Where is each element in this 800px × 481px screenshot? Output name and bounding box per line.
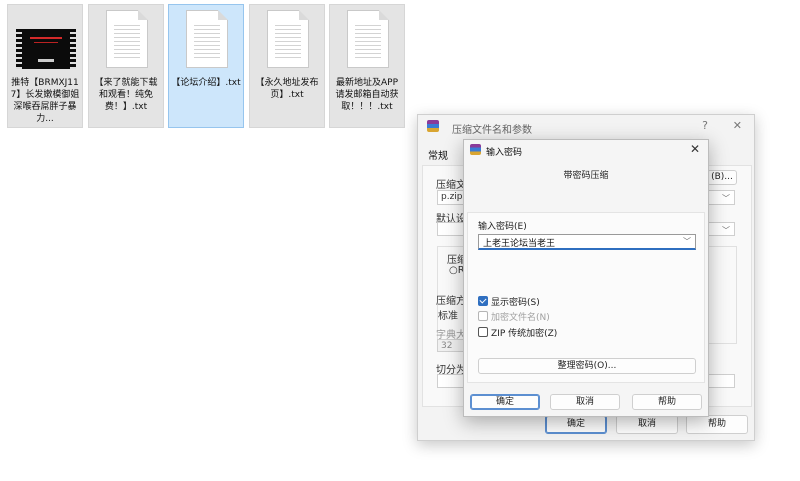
- dialog-title: 输入密码: [486, 148, 523, 158]
- cancel-button[interactable]: 取消: [550, 394, 620, 410]
- file-name: 【永久地址发布页】.txt: [255, 78, 319, 100]
- file-name: 推特【BRMXJ117】长发嫩模御姐深喉吞屌胖子暴力...: [10, 78, 80, 124]
- enter-password-dialog: 输入密码 ✕ 带密码压缩 输入密码(E) 上老王论坛当老王 ﹀ 显示密码(S) …: [463, 139, 709, 417]
- archive-name-label: 压缩文: [436, 180, 466, 191]
- chevron-down-icon: ﹀: [722, 194, 730, 203]
- browse-button[interactable]: (B)...: [707, 170, 737, 185]
- winrar-icon: [427, 120, 439, 132]
- desktop-file-video[interactable]: 推特【BRMXJ117】长发嫩模御姐深喉吞屌胖子暴力...: [7, 4, 83, 128]
- password-panel: 输入密码(E) 上老王论坛当老王 ﹀ 显示密码(S) 加密文件名(N) ZIP …: [467, 212, 705, 383]
- chevron-down-icon[interactable]: ﹀: [683, 236, 691, 247]
- desktop-file-txt-selected[interactable]: 【论坛介绍】.txt: [168, 4, 244, 128]
- close-icon[interactable]: ✕: [690, 142, 700, 156]
- cancel-button[interactable]: 取消: [616, 415, 678, 434]
- text-file-icon: [347, 10, 389, 68]
- show-password-checkbox[interactable]: 显示密码(S): [478, 295, 540, 308]
- text-file-icon: [267, 10, 309, 68]
- desktop-file-txt[interactable]: 【来了就能下载和观看！纯免费！】.txt: [88, 4, 164, 128]
- winrar-icon: [470, 144, 481, 155]
- help-button[interactable]: 帮助: [632, 394, 702, 410]
- dialog-heading: 带密码压缩: [563, 171, 609, 181]
- help-button[interactable]: 帮助: [686, 415, 748, 434]
- window-title: 压缩文件名和参数: [452, 125, 532, 136]
- ok-button[interactable]: 确定: [470, 394, 540, 410]
- password-input[interactable]: 上老王论坛当老王 ﹀: [478, 234, 696, 250]
- file-name: 【论坛介绍】.txt: [171, 78, 241, 88]
- text-file-icon: [186, 10, 228, 68]
- desktop-file-txt[interactable]: 最新地址及APP请发邮箱自动获取！！！.txt: [329, 4, 405, 128]
- text-file-icon: [106, 10, 148, 68]
- password-value: 上老王论坛当老王: [483, 239, 556, 249]
- checkbox-icon: [478, 327, 488, 337]
- compression-method-label: 压缩方: [436, 296, 466, 307]
- close-icon[interactable]: ✕: [733, 119, 742, 132]
- password-label: 输入密码(E): [478, 222, 527, 232]
- compression-method-value[interactable]: 标准: [438, 307, 458, 322]
- organize-passwords-button[interactable]: 整理密码(O)...: [478, 358, 696, 374]
- zip-legacy-encryption-checkbox[interactable]: ZIP 传统加密(Z): [478, 326, 557, 339]
- checkbox-icon: [478, 311, 488, 321]
- video-thumbnail-icon: [16, 29, 76, 69]
- file-name: 【来了就能下载和观看！纯免费！】.txt: [94, 78, 158, 112]
- desktop-file-txt[interactable]: 【永久地址发布页】.txt: [249, 4, 325, 128]
- encrypt-filenames-checkbox[interactable]: 加密文件名(N): [478, 310, 550, 323]
- tab-general[interactable]: 常规: [428, 147, 448, 162]
- ok-button[interactable]: 确定: [545, 415, 607, 434]
- file-name: 最新地址及APP请发邮箱自动获取！！！.txt: [335, 78, 399, 112]
- chevron-down-icon: ﹀: [722, 226, 730, 235]
- checkbox-checked-icon: [478, 296, 488, 306]
- archive-name-value: p.zip: [441, 192, 463, 202]
- help-icon[interactable]: ?: [702, 119, 708, 132]
